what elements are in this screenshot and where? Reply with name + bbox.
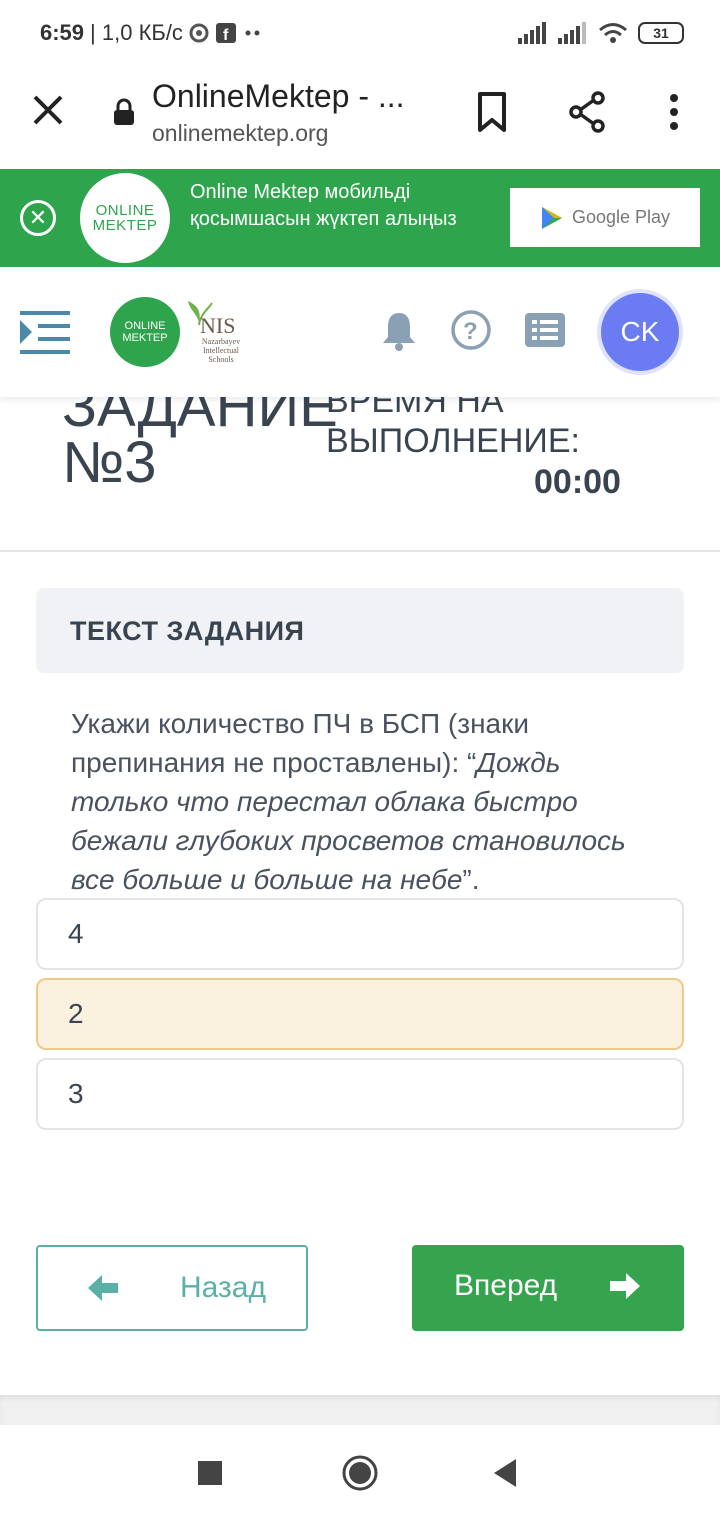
signal-icon — [558, 22, 586, 44]
system-nav-bar — [0, 1425, 720, 1520]
back-nav-icon[interactable] — [486, 1453, 526, 1493]
user-avatar[interactable]: CK — [601, 293, 679, 371]
nis-logo: NIS Nazarbayev Intellectual Schools — [184, 297, 250, 367]
home-icon[interactable] — [340, 1453, 380, 1493]
online-mektep-logo: ONLINE MEKTEP — [80, 173, 170, 263]
facebook-icon: f — [215, 23, 236, 44]
status-bar: 6:59 | 1,0 КБ/с f 31 — [0, 0, 720, 70]
wifi-icon — [599, 23, 627, 43]
arrow-right-icon — [610, 1273, 640, 1299]
status-net-speed: | 1,0 КБ/с — [90, 20, 183, 45]
back-button[interactable]: Назад — [36, 1245, 308, 1331]
banner-text: Online Mektep мобильді қосымшасын жүктеп… — [190, 181, 457, 230]
menu-icon[interactable] — [20, 309, 70, 357]
answer-option[interactable]: 4 — [36, 898, 684, 970]
logo-line1: ONLINE — [95, 202, 155, 219]
arrow-left-icon — [88, 1275, 118, 1301]
time-label-text: ВРЕМЯ НА ВЫПОЛНЕНИЕ: — [326, 397, 580, 460]
online-mektep-logo[interactable]: ONLINE MEKTEP — [110, 297, 180, 367]
question-plain: Укажи количество ПЧ в БСП (знаки препина… — [71, 708, 530, 778]
bookmark-icon[interactable] — [472, 90, 512, 134]
nis-title: NIS — [200, 313, 236, 338]
question-text: Укажи количество ПЧ в БСП (знаки препина… — [71, 704, 661, 899]
banner-close-button[interactable]: ✕ — [20, 200, 56, 236]
time-label: ВРЕМЯ НА ВЫПОЛНЕНИЕ: — [326, 397, 606, 461]
answer-label: 2 — [68, 998, 84, 1029]
answer-label: 4 — [68, 918, 84, 949]
task-title: ЗАДАНИЕ №3 — [62, 397, 338, 492]
google-play-label: Google Play — [571, 207, 671, 227]
next-button-label: Вперед — [454, 1269, 558, 1302]
close-icon[interactable] — [30, 92, 66, 128]
status-left: 6:59 | 1,0 КБ/с f — [40, 20, 263, 46]
help-icon[interactable]: ? — [450, 309, 492, 351]
task-section-label: ТЕКСТ ЗАДАНИЯ — [70, 616, 305, 646]
browser-toolbar: OnlineMektep - ... onlinemektep.org — [0, 70, 720, 170]
share-icon[interactable] — [568, 90, 608, 134]
answer-label: 3 — [68, 1078, 84, 1109]
logo-line1: ONLINE — [124, 320, 166, 332]
sync-icon — [189, 23, 209, 43]
card-bottom-divider — [0, 1395, 720, 1425]
task-title-text: ЗАДАНИЕ №3 — [62, 397, 338, 495]
more-vert-icon[interactable] — [654, 90, 694, 134]
signal-icon — [518, 22, 546, 44]
svg-text:?: ? — [463, 318, 478, 345]
back-button-label: Назад — [180, 1271, 266, 1304]
bell-icon[interactable] — [378, 309, 420, 351]
page-title[interactable]: OnlineMektep - ... — [152, 78, 405, 115]
answer-option-selected[interactable]: 2 — [36, 978, 684, 1050]
task-text-box: ТЕКСТ ЗАДАНИЯ — [36, 588, 684, 673]
recent-apps-icon[interactable] — [190, 1453, 230, 1493]
logo-line2: MEKTEP — [122, 332, 168, 344]
url-host[interactable]: onlinemektep.org — [152, 120, 328, 147]
google-play-button[interactable]: Google Play — [510, 188, 700, 247]
battery-icon: 31 — [638, 22, 684, 44]
app-download-banner: ✕ ONLINE MEKTEP Online Mektep мобильді қ… — [0, 169, 720, 267]
logo-line2: MEKTEP — [92, 217, 158, 234]
timer: 00:00 — [534, 463, 621, 501]
answer-option[interactable]: 3 — [36, 1058, 684, 1130]
next-button[interactable]: Вперед — [412, 1245, 684, 1331]
question-end: ”. — [462, 864, 480, 895]
svg-text:f: f — [223, 27, 229, 44]
play-store-icon — [541, 206, 562, 229]
site-header: ONLINE MEKTEP NIS Nazarbayev Intellectua… — [0, 267, 720, 397]
status-time: 6:59 — [40, 20, 85, 45]
status-icons: 31 — [518, 22, 684, 44]
list-icon[interactable] — [524, 309, 566, 351]
task-header: ЗАДАНИЕ №3 ВРЕМЯ НА ВЫПОЛНЕНИЕ: 00:00 — [0, 397, 720, 552]
lock-icon — [114, 98, 134, 125]
more-dots-icon — [245, 30, 260, 36]
nis-subtitle: Nazarbayev Intellectual Schools — [201, 337, 241, 364]
